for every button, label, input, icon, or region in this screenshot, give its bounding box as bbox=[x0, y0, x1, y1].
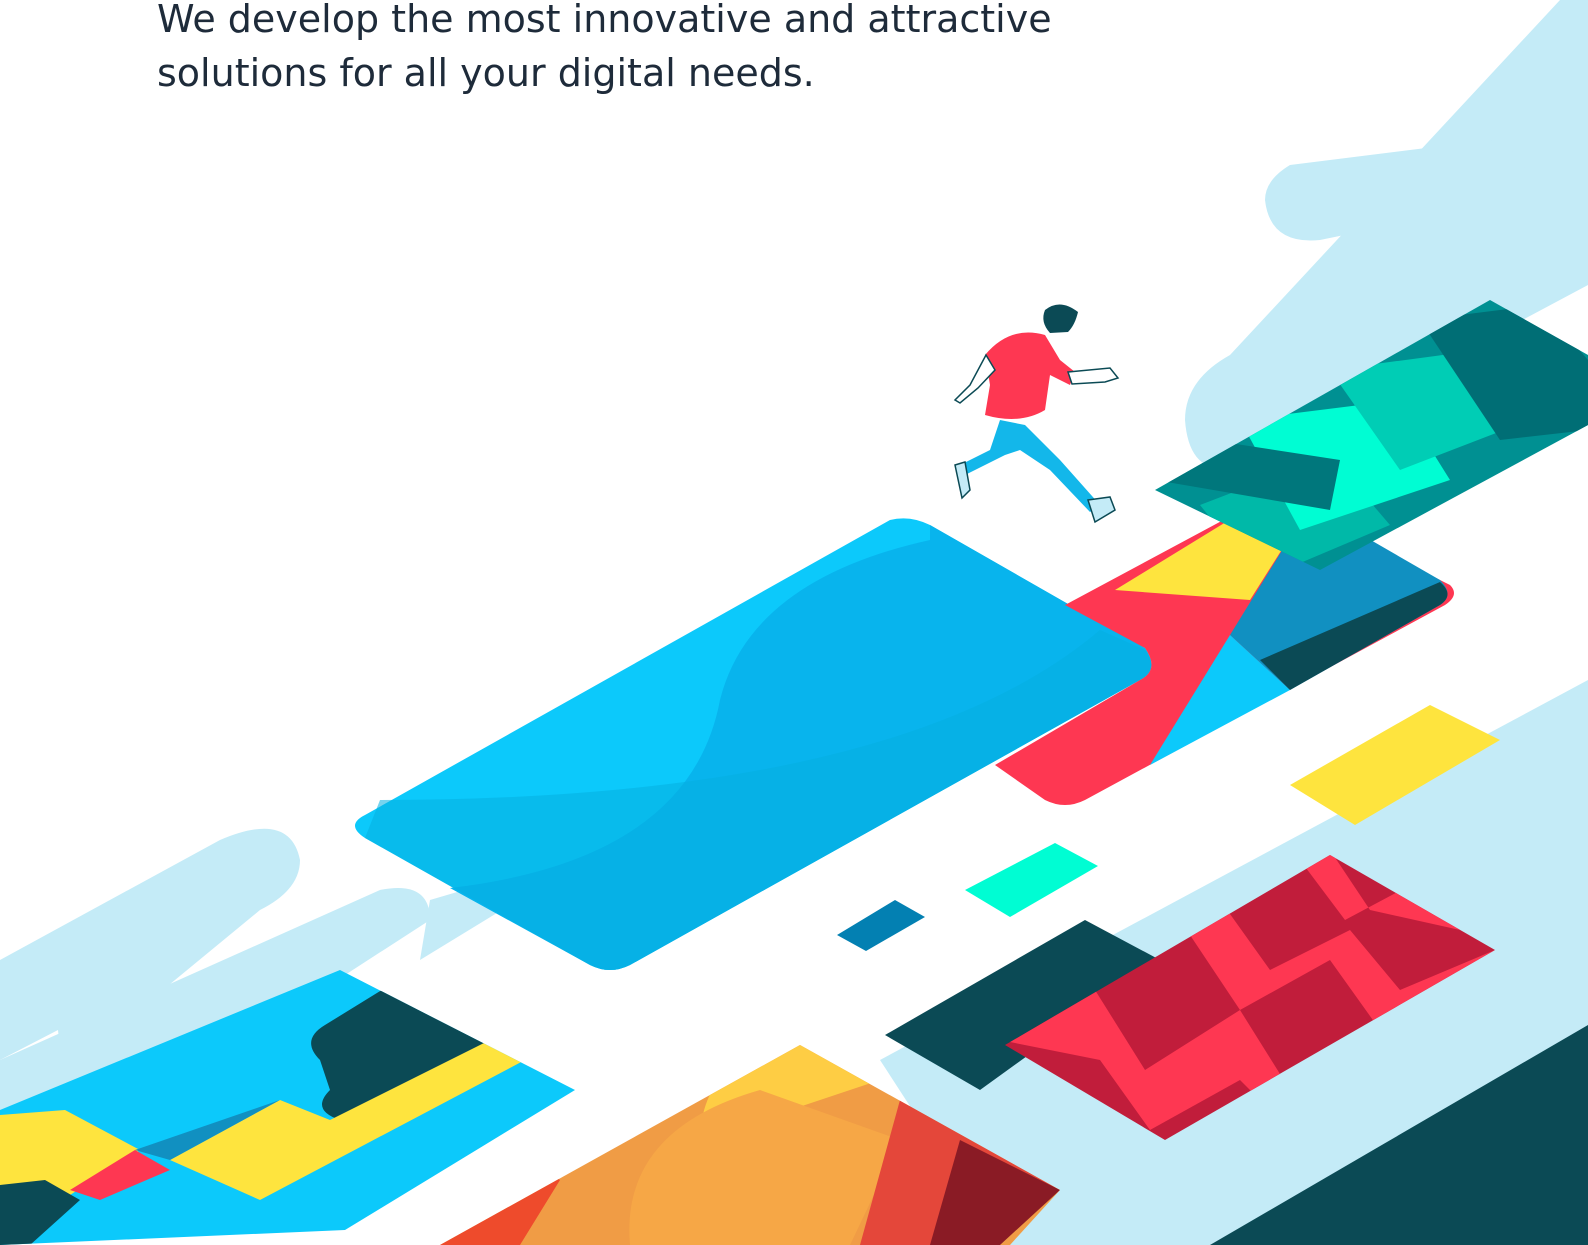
running-person-icon bbox=[953, 304, 1120, 524]
blue-tile bbox=[837, 900, 925, 951]
hero-tagline-line-1: We develop the most innovative and attra… bbox=[157, 0, 1052, 41]
hero-tagline: We develop the most innovative and attra… bbox=[157, 0, 1057, 100]
hero-section: We develop the most innovative and attra… bbox=[0, 0, 1588, 1245]
mint-tile bbox=[965, 843, 1098, 917]
hero-tagline-line-2: solutions for all your digital needs. bbox=[157, 51, 815, 95]
isometric-illustration bbox=[0, 0, 1588, 1245]
